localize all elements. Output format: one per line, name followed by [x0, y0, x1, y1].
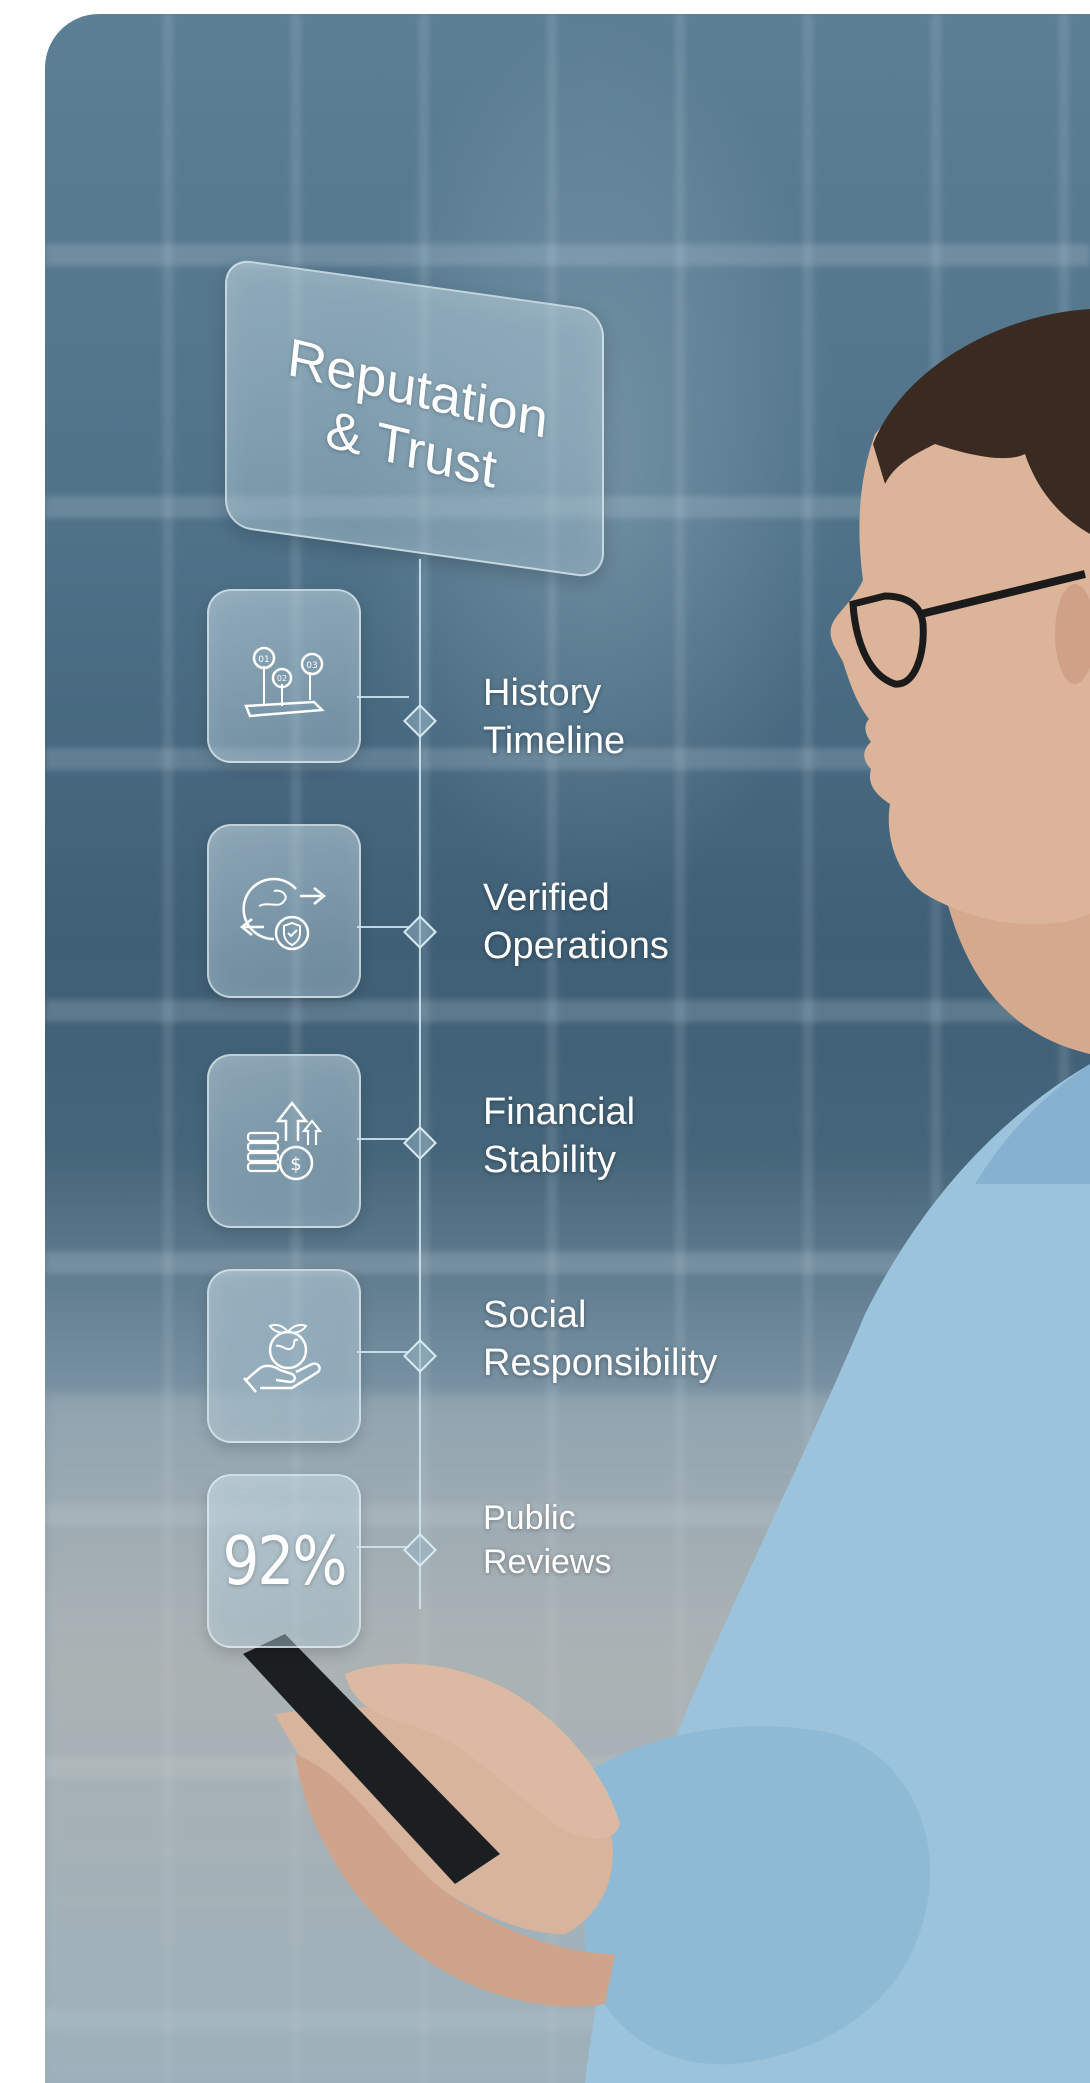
timeline-node: [403, 704, 437, 738]
timeline-item-label: Social Responsibility: [483, 1294, 718, 1384]
timeline-item-verified-operations: Verified Operations: [45, 824, 1090, 1004]
icon-tile-reviews: 92%: [207, 1474, 361, 1648]
icon-tile-financial: $: [207, 1054, 361, 1228]
timeline-item-label: Public Reviews: [483, 1499, 612, 1581]
timeline-node: [403, 1126, 437, 1160]
milestone-label-2: 02: [277, 674, 287, 683]
timeline-item-label: Financial Stability: [483, 1091, 636, 1181]
timeline-item-label: History Timeline: [483, 672, 626, 762]
connector-line: [357, 696, 409, 698]
hero-image-frame: Reputation & Trust 01 02 03 History Time…: [45, 14, 1090, 2083]
verified-globe-shield-icon: [239, 877, 327, 951]
connector-line: [357, 1546, 409, 1548]
milestone-label-1: 01: [258, 655, 269, 665]
timeline-item-public-reviews: 92% Public Reviews: [45, 1474, 1090, 1654]
timeline-node: [403, 915, 437, 949]
timeline-item-financial-stability: $ Financial Stability: [45, 1054, 1090, 1234]
hand-globe-plant-icon: [243, 1323, 321, 1393]
history-milestones-icon: 01 02 03: [244, 646, 325, 718]
header-panel: Reputation & Trust: [225, 257, 604, 580]
milestone-label-3: 03: [306, 661, 317, 671]
coins-growth-icon: $: [246, 1100, 323, 1181]
timeline-item-label: Verified Operations: [483, 877, 669, 967]
timeline-item-social-responsibility: Social Responsibility: [45, 1269, 1090, 1449]
icon-tile-verified: [207, 824, 361, 998]
icon-tile-social: [207, 1269, 361, 1443]
timeline-item-history: 01 02 03 History Timeline: [45, 589, 1090, 769]
svg-text:$: $: [290, 1154, 301, 1175]
page-title: Reputation & Trust: [284, 326, 551, 500]
connector-line: [357, 1351, 409, 1353]
connector-line: [357, 1138, 409, 1140]
connector-line: [357, 926, 409, 928]
review-score: 92%: [222, 1521, 348, 1601]
timeline-node: [403, 1533, 437, 1567]
timeline-node: [403, 1339, 437, 1373]
icon-tile-history: 01 02 03: [207, 589, 361, 763]
